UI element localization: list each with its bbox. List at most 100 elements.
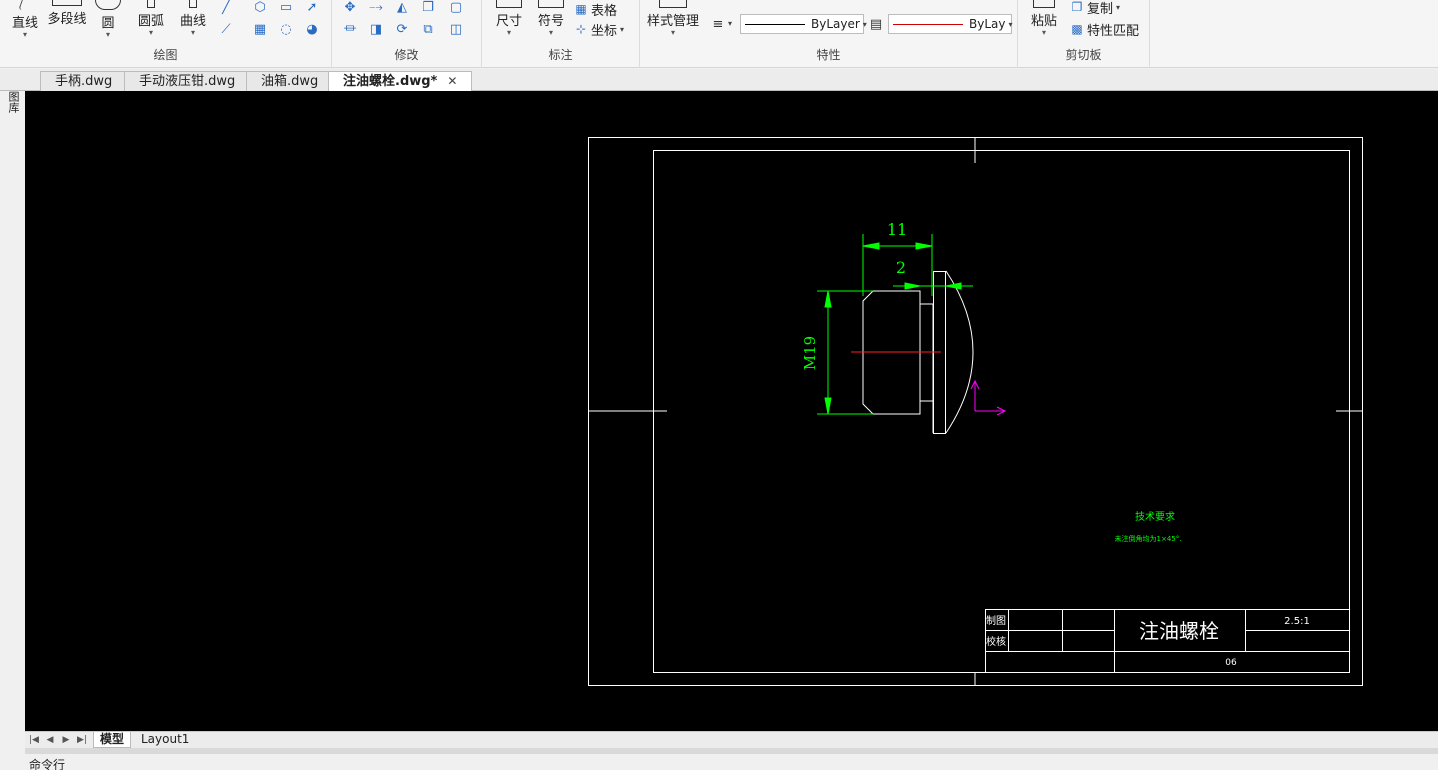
annotate-panel: 尺寸 ▾ 符号 ▾ ▦ 表格 ⊹ 坐标 ▾ 标注 — [482, 0, 640, 68]
ucs-icon — [970, 379, 1007, 416]
polyline-button[interactable]: 多段线 — [46, 0, 88, 44]
chevron-down-icon: ▾ — [105, 30, 110, 39]
chevron-down-icon: ▾ — [22, 30, 27, 39]
dimension-icon — [496, 0, 522, 8]
stretch-icon[interactable]: ◨ — [368, 22, 384, 38]
modify-panel: ✥ ⤍ ◭ ❐ ▢ ⏛ ◨ ⟳ ⧉ ◫ 修改 — [332, 0, 482, 68]
match-properties-icon: ▩ — [1071, 22, 1083, 36]
symbol-icon — [538, 0, 564, 8]
annotate-panel-label: 标注 — [548, 48, 573, 62]
trim-icon[interactable]: ⤍ — [368, 0, 384, 16]
title-block-number: 06 — [1225, 658, 1237, 668]
color-select[interactable]: ByLay ▾ — [888, 14, 1013, 34]
library-tab[interactable]: 图库 — [5, 91, 20, 113]
chevron-down-icon: ▾ — [148, 28, 153, 37]
draw-panel: 直线 ▾ 多段线 圆 ▾ 圆弧 ▾ 曲线 ▾ ╱ ⟋ ⬡ ▦ ▭ ◌ ➚ ◕ 绘… — [0, 0, 332, 68]
array-icon[interactable]: ⧉ — [420, 22, 436, 38]
move-icon[interactable]: ✥ — [342, 0, 358, 16]
hatch-icon[interactable]: ▦ — [252, 22, 268, 38]
title-block-check-label: 校核 — [986, 635, 1006, 648]
curve-button[interactable]: 曲线 ▾ — [176, 0, 210, 44]
tab-youxiang[interactable]: 油箱.dwg — [246, 71, 334, 91]
dimension-thread: M19 — [801, 336, 819, 370]
chevron-down-icon: ▾ — [1041, 28, 1046, 37]
command-line[interactable]: 命令行 — [0, 754, 1438, 770]
title-block-scale: 2.5:1 — [1284, 616, 1310, 627]
rect-array-icon[interactable]: ▢ — [448, 0, 464, 16]
table-button[interactable]: ▦ 表格 — [574, 0, 617, 19]
last-layout-icon[interactable]: ▶| — [75, 733, 89, 747]
rotate-icon[interactable]: ⟳ — [394, 22, 410, 38]
chevron-down-icon: ▾ — [1008, 19, 1013, 29]
dimension-step: 2 — [896, 258, 906, 277]
table-icon: ▦ — [575, 2, 587, 16]
chevron-down-icon: ▾ — [506, 28, 511, 37]
drawing-canvas[interactable]: 11 2 M19 技术要求 未注倒角均为1×45°. 制图 校核 注油螺栓 2.… — [25, 91, 1438, 731]
command-line-label: 命令行 — [29, 758, 66, 770]
rectangle-icon[interactable]: ▭ — [278, 0, 294, 16]
left-palette-strip: ⇱ 图库 — [0, 69, 25, 739]
mirror-icon[interactable]: ◭ — [394, 0, 410, 16]
ribbon: 直线 ▾ 多段线 圆 ▾ 圆弧 ▾ 曲线 ▾ ╱ ⟋ ⬡ ▦ ▭ ◌ ➚ ◕ 绘… — [0, 0, 1438, 68]
symbol-button[interactable]: 符号 ▾ — [534, 0, 568, 44]
polygon-icon[interactable]: ⬡ — [252, 0, 268, 16]
ray-icon[interactable]: ╱ — [218, 0, 234, 16]
dimension-button[interactable]: 尺寸 ▾ — [492, 0, 526, 44]
point-icon[interactable]: ➚ — [304, 0, 320, 16]
linetype-select[interactable]: ByLayer ▾ — [740, 14, 867, 34]
tab-shoubing[interactable]: 手柄.dwg — [40, 71, 128, 91]
modify-panel-label: 修改 — [394, 48, 419, 62]
layout-tab-model[interactable]: 模型 — [93, 732, 132, 748]
line-icon — [18, 0, 32, 10]
chevron-down-icon: ▾ — [862, 19, 867, 29]
properties-panel-label: 特性 — [816, 48, 841, 62]
layout-tab-layout1[interactable]: Layout1 — [135, 732, 195, 748]
chevron-down-icon: ▾ — [1116, 2, 1121, 12]
style-manager-button[interactable]: 样式管理 ▾ — [644, 0, 702, 44]
draw-panel-label: 绘图 — [153, 48, 178, 62]
title-block-part-name: 注油螺栓 — [1139, 619, 1219, 643]
layout-tabs-bar: |◀ ◀ ▶ ▶| 模型 Layout1 — [25, 731, 1438, 748]
xline-icon[interactable]: ⟋ — [218, 22, 234, 38]
arc-icon — [147, 0, 155, 8]
arc-button[interactable]: 圆弧 ▾ — [134, 0, 168, 44]
drawing-svg: 11 2 M19 技术要求 未注倒角均为1×45°. 制图 校核 注油螺栓 2.… — [588, 137, 1363, 686]
chevron-down-icon: ▾ — [548, 28, 553, 37]
copy-object-icon[interactable]: ❐ — [420, 0, 436, 16]
style-manager-icon — [659, 0, 687, 8]
dimension-length: 11 — [887, 220, 907, 239]
circle-button[interactable]: 圆 ▾ — [94, 0, 122, 44]
coordinate-button[interactable]: ⊹ 坐标 ▾ — [574, 20, 625, 39]
coordinate-icon: ⊹ — [575, 22, 587, 36]
tab-zhuyou-luoshuan[interactable]: 注油螺栓.dwg* ✕ — [328, 71, 473, 91]
next-layout-icon[interactable]: ▶ — [59, 733, 73, 747]
linestyle-icon[interactable]: ▤ — [868, 17, 884, 33]
document-tabs: 手柄.dwg 手动液压钳.dwg 油箱.dwg 注油螺栓.dwg* ✕ — [0, 69, 1438, 91]
curve-icon — [189, 0, 197, 8]
clipboard-panel-label: 剪切板 — [1065, 48, 1102, 62]
region-icon[interactable]: ◌ — [278, 22, 294, 38]
line-button[interactable]: 直线 ▾ — [8, 0, 42, 44]
match-properties-button[interactable]: ▩ 特性匹配 — [1070, 20, 1139, 39]
explode-icon[interactable]: ◫ — [448, 22, 464, 38]
tech-requirements-title: 技术要求 — [1135, 510, 1175, 523]
globe-icon[interactable]: ◕ — [304, 22, 320, 38]
properties-panel: 样式管理 ▾ ≡ ▾ ByLayer ▾ ▤ ByLay ▾ 特性 — [640, 0, 1018, 68]
title-block-drawn-label: 制图 — [986, 614, 1006, 627]
tab-shoudong-yeyaqian[interactable]: 手动液压钳.dwg — [124, 71, 251, 91]
first-layout-icon[interactable]: |◀ — [27, 733, 41, 747]
tech-requirements-note: 未注倒角均为1×45°. — [1115, 534, 1182, 543]
offset-icon[interactable]: ⏛ — [342, 22, 358, 38]
copy-icon: ❐ — [1071, 0, 1083, 14]
copy-button[interactable]: ❐ 复制 ▾ — [1070, 0, 1121, 17]
chevron-down-icon[interactable]: ▾ — [728, 19, 732, 28]
paste-button[interactable]: 粘贴 ▾ — [1028, 0, 1060, 44]
chevron-down-icon: ▾ — [670, 28, 675, 37]
chevron-down-icon: ▾ — [620, 24, 625, 34]
lineweight-icon[interactable]: ≡ — [710, 17, 726, 33]
polyline-icon — [52, 0, 82, 6]
prev-layout-icon[interactable]: ◀ — [43, 733, 57, 747]
close-icon[interactable]: ✕ — [447, 74, 457, 88]
clipboard-panel: 粘贴 ▾ ❐ 复制 ▾ ▩ 特性匹配 剪切板 — [1018, 0, 1150, 68]
circle-icon — [95, 0, 121, 10]
